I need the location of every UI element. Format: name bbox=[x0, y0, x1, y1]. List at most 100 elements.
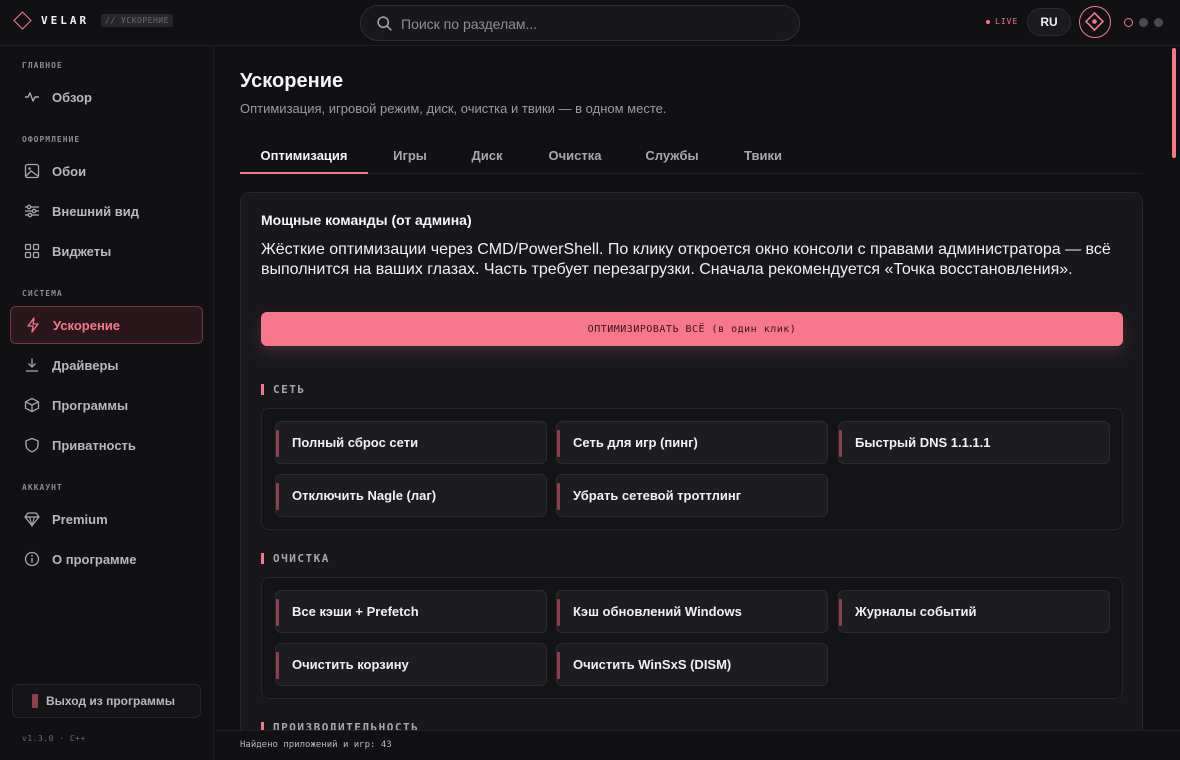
tab-optimization[interactable]: Оптимизация bbox=[240, 148, 368, 174]
command-label: Сеть для игр (пинг) bbox=[573, 435, 698, 450]
top-bar: VELAR // УСКОРЕНИЕ LIVE RU bbox=[0, 0, 1180, 46]
window-controls bbox=[1124, 18, 1163, 27]
command-label: Журналы событий bbox=[855, 604, 977, 619]
sidebar-item-label: Обои bbox=[52, 163, 87, 179]
sidebar-item-label: О программе bbox=[52, 551, 137, 567]
command-button[interactable]: Отключить Nagle (лаг) bbox=[275, 474, 547, 517]
sidebar-item-label: Ускорение bbox=[53, 317, 121, 333]
lightning-icon bbox=[27, 317, 39, 333]
command-accent bbox=[276, 483, 279, 510]
download-icon bbox=[26, 358, 38, 372]
group-header-cleanup: ОЧИСТКА bbox=[261, 552, 330, 565]
main-content: Ускорение Оптимизация, игровой режим, ди… bbox=[215, 46, 1180, 730]
sidebar-section-title: ОФОРМЛЕНИЕ bbox=[22, 135, 81, 144]
sidebar-section-title: ГЛАВНОЕ bbox=[22, 61, 63, 70]
group-title: ОЧИСТКА bbox=[273, 552, 330, 565]
command-accent bbox=[557, 483, 560, 510]
sidebar-item-drivers[interactable]: Драйверы bbox=[10, 346, 203, 384]
command-button[interactable]: Сеть для игр (пинг) bbox=[556, 421, 828, 464]
tab-tweaks[interactable]: Твики bbox=[732, 148, 794, 174]
tab-bar: Оптимизация Игры Диск Очистка Службы Тви… bbox=[240, 146, 1143, 174]
command-button[interactable]: Очистить WinSxS (DISM) bbox=[556, 643, 828, 686]
sidebar-section-title: СИСТЕМА bbox=[22, 289, 63, 298]
search-box[interactable] bbox=[360, 5, 800, 41]
command-accent bbox=[557, 599, 560, 626]
version-label: v1.3.0 · C++ bbox=[22, 734, 86, 743]
group-header-performance: ПРОИЗВОДИТЕЛЬНОСТЬ bbox=[261, 721, 419, 730]
command-button[interactable]: Журналы событий bbox=[838, 590, 1110, 633]
command-accent bbox=[276, 599, 279, 626]
maximize-icon[interactable] bbox=[1139, 18, 1148, 27]
box-icon bbox=[24, 397, 40, 413]
command-label: Отключить Nagle (лаг) bbox=[292, 488, 437, 503]
tab-disk[interactable]: Диск bbox=[460, 148, 514, 174]
search-input[interactable] bbox=[401, 14, 781, 34]
command-accent bbox=[839, 599, 842, 626]
close-icon[interactable] bbox=[1154, 18, 1163, 27]
command-accent bbox=[276, 652, 279, 679]
group-accent bbox=[261, 722, 264, 730]
tab-services[interactable]: Службы bbox=[638, 148, 706, 174]
page-subtitle: Оптимизация, игровой режим, диск, очистк… bbox=[240, 101, 667, 116]
sidebar-item-label: Внешний вид bbox=[52, 203, 139, 219]
sidebar-item-privacy[interactable]: Приватность bbox=[10, 426, 203, 464]
scrollbar-thumb[interactable] bbox=[1172, 48, 1176, 158]
sidebar-item-about[interactable]: О программе bbox=[10, 540, 203, 578]
command-label: Убрать сетевой троттлинг bbox=[573, 488, 742, 503]
command-label: Полный сброс сети bbox=[292, 435, 419, 450]
sidebar-item-premium[interactable]: Premium bbox=[10, 500, 203, 538]
sidebar-item-acceleration[interactable]: Ускорение bbox=[10, 306, 203, 344]
command-accent bbox=[557, 652, 560, 679]
command-accent bbox=[557, 430, 560, 457]
sidebar: ГЛАВНОЕ Обзор ОФОРМЛЕНИЕ Обои Внешний ви… bbox=[0, 46, 214, 760]
card-title: Мощные команды (от админа) bbox=[261, 212, 472, 228]
command-button[interactable]: Быстрый DNS 1.1.1.1 bbox=[838, 421, 1110, 464]
command-accent bbox=[839, 430, 842, 457]
diamond-icon bbox=[24, 512, 40, 527]
sidebar-item-label: Виджеты bbox=[52, 243, 112, 259]
group-title: СЕТЬ bbox=[273, 383, 306, 396]
tab-cleanup[interactable]: Очистка bbox=[538, 148, 612, 174]
sidebar-item-programs[interactable]: Программы bbox=[10, 386, 203, 424]
sliders-icon bbox=[25, 204, 39, 218]
command-label: Кэш обновлений Windows bbox=[573, 604, 742, 619]
command-button[interactable]: Полный сброс сети bbox=[275, 421, 547, 464]
activity-icon bbox=[25, 92, 39, 102]
sidebar-item-label: Программы bbox=[52, 397, 129, 413]
command-button[interactable]: Все кэши + Prefetch bbox=[275, 590, 547, 633]
exit-icon bbox=[32, 694, 38, 708]
sidebar-section-title: АККАУНТ bbox=[22, 483, 63, 492]
sidebar-item-label: Приватность bbox=[52, 437, 136, 453]
sidebar-item-wallpapers[interactable]: Обои bbox=[10, 152, 203, 190]
breadcrumb: // УСКОРЕНИЕ bbox=[101, 14, 173, 27]
command-button[interactable]: Кэш обновлений Windows bbox=[556, 590, 828, 633]
sidebar-item-label: Premium bbox=[52, 511, 108, 527]
command-label: Очистить WinSxS (DISM) bbox=[573, 657, 732, 672]
sidebar-item-appearance[interactable]: Внешний вид bbox=[10, 192, 203, 230]
power-commands-card: Мощные команды (от админа) Жёсткие оптим… bbox=[240, 192, 1143, 730]
command-button[interactable]: Очистить корзину bbox=[275, 643, 547, 686]
language-label: RU bbox=[1040, 15, 1058, 29]
command-button[interactable]: Убрать сетевой троттлинг bbox=[556, 474, 828, 517]
profile-button[interactable] bbox=[1079, 6, 1111, 38]
group-accent bbox=[261, 384, 264, 395]
brand-name: VELAR bbox=[41, 14, 90, 27]
sidebar-item-widgets[interactable]: Виджеты bbox=[10, 232, 203, 270]
command-label: Все кэши + Prefetch bbox=[292, 604, 419, 619]
optimize-all-button[interactable]: ОПТИМИЗИРОВАТЬ ВСЁ (в один клик) bbox=[261, 312, 1123, 346]
command-accent bbox=[276, 430, 279, 457]
group-title: ПРОИЗВОДИТЕЛЬНОСТЬ bbox=[273, 721, 420, 730]
tab-games[interactable]: Игры bbox=[380, 148, 440, 174]
command-label: Очистить корзину bbox=[292, 657, 409, 672]
page-title: Ускорение bbox=[240, 70, 344, 92]
brand: VELAR // УСКОРЕНИЕ bbox=[13, 11, 173, 30]
exit-button[interactable]: Выход из программы bbox=[12, 684, 201, 718]
language-button[interactable]: RU bbox=[1027, 8, 1071, 36]
search-icon bbox=[377, 16, 392, 31]
minimize-icon[interactable] bbox=[1124, 18, 1133, 27]
live-dot-icon bbox=[986, 19, 990, 24]
sidebar-item-overview[interactable]: Обзор bbox=[10, 78, 203, 116]
image-icon bbox=[24, 163, 40, 179]
status-bar: Найдено приложений и игр: 43 bbox=[215, 730, 1180, 760]
sidebar-item-label: Обзор bbox=[52, 89, 92, 105]
